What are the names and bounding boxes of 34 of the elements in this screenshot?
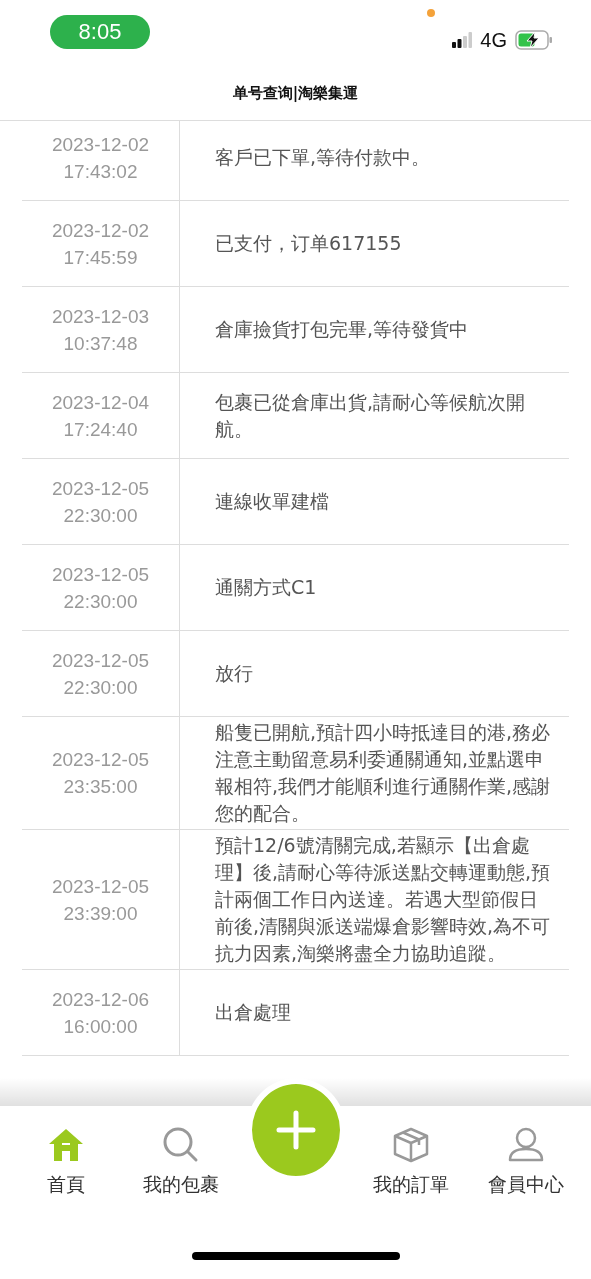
event-datetime: 2023-12-03 10:37:48 [22,287,180,372]
network-label: 4G [480,28,507,52]
event-datetime: 2023-12-05 22:30:00 [22,545,180,630]
event-datetime: 2023-12-05 22:30:00 [22,459,180,544]
event-datetime: 2023-12-05 23:39:00 [22,830,180,969]
event-datetime: 2023-12-06 16:00:00 [22,970,180,1055]
plus-icon [275,1110,316,1150]
search-icon [161,1126,200,1164]
event-description: 放行 [215,661,253,686]
event-datetime: 2023-12-04 17:24:40 [22,373,180,458]
event-datetime: 2023-12-05 23:35:00 [22,717,180,829]
user-icon [506,1126,545,1164]
event-description: 客戶已下單,等待付款中。 [215,145,431,170]
privacy-dot-icon [427,9,435,17]
event-description: 通關方式C1 [215,575,317,600]
nav-tab[interactable]: 我的包裹 [130,1126,231,1198]
event-description: 預計12/6號清關完成,若顯示【出倉處理】後,請耐心等待派送點交轉運動態,預計兩個工作日內送達。若遇大型節假日前後,清關與派送端爆倉影響時效,為不可抗力因素,淘樂將盡全力協助追蹤。 [215,833,552,966]
page-title: 单号查询|淘樂集運 [232,83,359,103]
status-time: 8:05 [50,15,150,49]
event-description: 包裹已從倉庫出貨,請耐心等候航次開航。 [215,389,527,442]
nav-tab[interactable]: 會員中心 [475,1126,576,1198]
event-datetime: 2023-12-02 17:43:02 [22,121,180,200]
box-icon [391,1126,430,1164]
event-description: 船隻已開航,預計四小時抵達目的港,務必注意主動留意易利委通關通知,並點選申報相符,我們才能順利進行通關作業,感謝您的配合。 [215,720,552,826]
event-datetime: 2023-12-02 17:45:59 [22,201,180,286]
event-description: 出倉處理 [215,1000,291,1025]
nav-tab[interactable]: 首頁 [15,1126,116,1198]
event-datetime: 2023-12-05 22:30:00 [22,631,180,716]
event-description: 倉庫撿貨打包完畢,等待發貨中 [215,317,469,342]
signal-icon [452,32,473,48]
event-description: 已支付，订单617155 [215,231,402,256]
battery-charging-icon [515,30,553,50]
nav-tab[interactable]: 我的訂單 [360,1126,461,1198]
event-description: 連線收單建檔 [215,489,329,514]
